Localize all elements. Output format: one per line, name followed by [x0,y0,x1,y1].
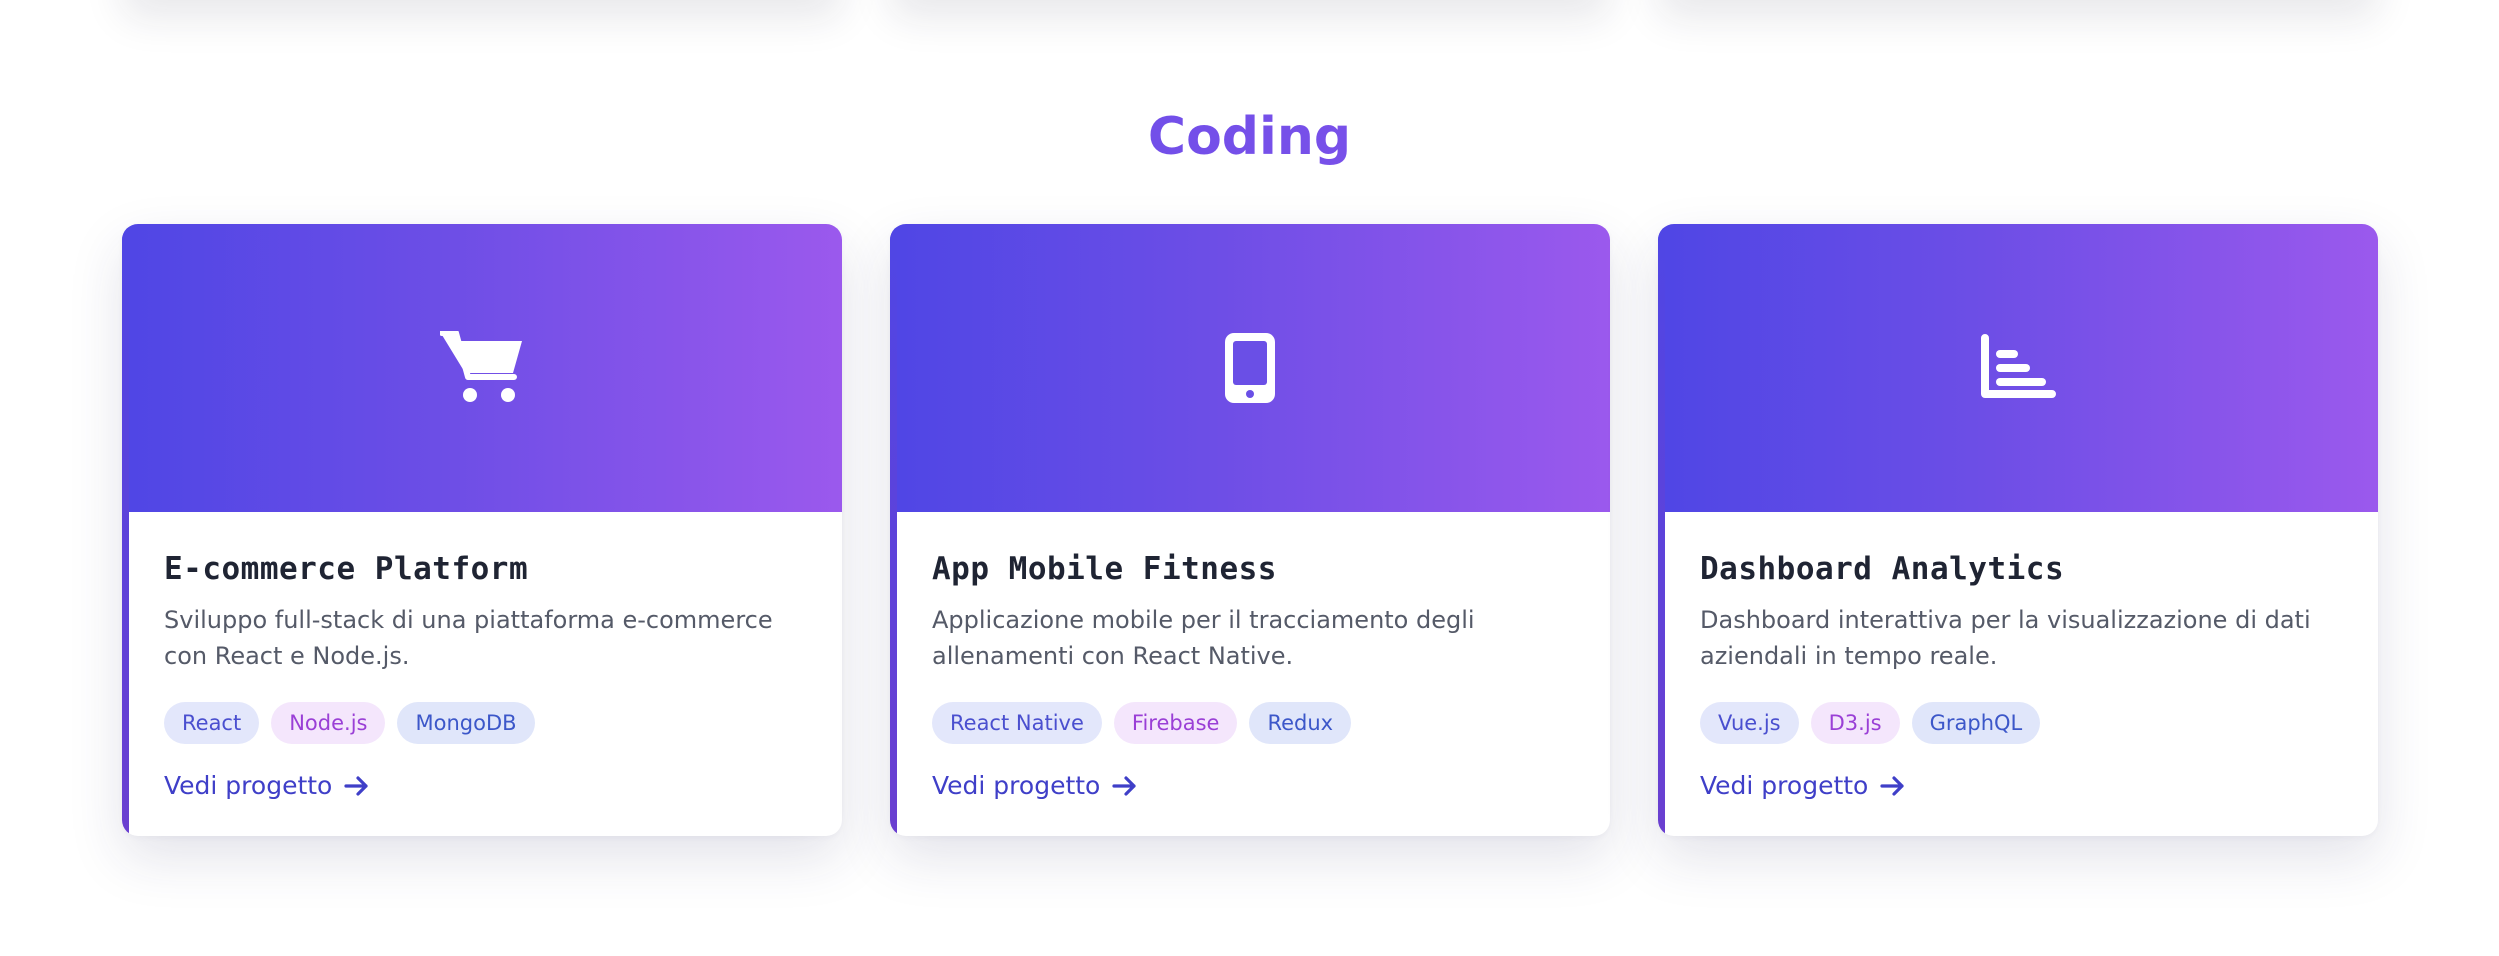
card-body: App Mobile Fitness Applicazione mobile p… [932,512,1574,804]
card-title: App Mobile Fitness [932,551,1277,587]
tag-list: React Native Firebase Redux [932,702,1574,744]
arrow-right-icon [344,775,370,797]
arrow-right-icon [1112,775,1138,797]
page: Coding E-commerce Platform Sviluppo full… [0,0,2499,956]
card-description: Sviluppo full-stack di una piattaforma e… [164,606,773,670]
tech-tag: Firebase [1113,702,1238,744]
project-card-analytics[interactable]: Dashboard Analytics Dashboard interattiv… [1658,224,2378,836]
tech-tag: MongoDB [397,702,535,744]
view-project-link[interactable]: Vedi progetto [164,768,370,804]
section-title: Coding [0,102,2499,172]
tag-list: Vue.js D3.js GraphQL [1700,702,2342,744]
arrow-right-icon [1880,775,1906,797]
card-accent-bar [1658,224,1665,836]
card-body: E-commerce Platform Sviluppo full-stack … [164,512,806,804]
card-header [122,224,842,512]
card-body: Dashboard Analytics Dashboard interattiv… [1700,512,2342,804]
tech-tag: Node.js [271,702,386,744]
tech-tag: Redux [1249,702,1352,744]
bar-chart-icon [1973,323,2063,413]
tech-tag: React Native [932,702,1102,744]
mobile-phone-icon [1205,323,1295,413]
card-description: Dashboard interattiva per la visualizzaz… [1700,606,2311,670]
view-project-label: Vedi progetto [1700,771,1869,800]
tag-list: React Node.js MongoDB [164,702,806,744]
card-title: Dashboard Analytics [1700,551,2065,587]
project-cards-grid: E-commerce Platform Sviluppo full-stack … [122,224,2378,836]
card-accent-bar [890,224,897,836]
view-project-link[interactable]: Vedi progetto [1700,768,1906,804]
card-description: Applicazione mobile per il tracciamento … [932,606,1475,670]
card-header [890,224,1610,512]
project-card-ecommerce[interactable]: E-commerce Platform Sviluppo full-stack … [122,224,842,836]
view-project-link[interactable]: Vedi progetto [932,768,1138,804]
shopping-cart-icon [437,323,527,413]
tech-tag: GraphQL [1911,702,2041,744]
tech-tag: Vue.js [1700,702,1799,744]
card-title: E-commerce Platform [164,551,529,587]
view-project-label: Vedi progetto [932,771,1101,800]
card-header [1658,224,2378,512]
tech-tag: React [164,702,260,744]
view-project-label: Vedi progetto [164,771,333,800]
card-accent-bar [122,224,129,836]
tech-tag: D3.js [1810,702,1900,744]
project-card-fitness[interactable]: App Mobile Fitness Applicazione mobile p… [890,224,1610,836]
